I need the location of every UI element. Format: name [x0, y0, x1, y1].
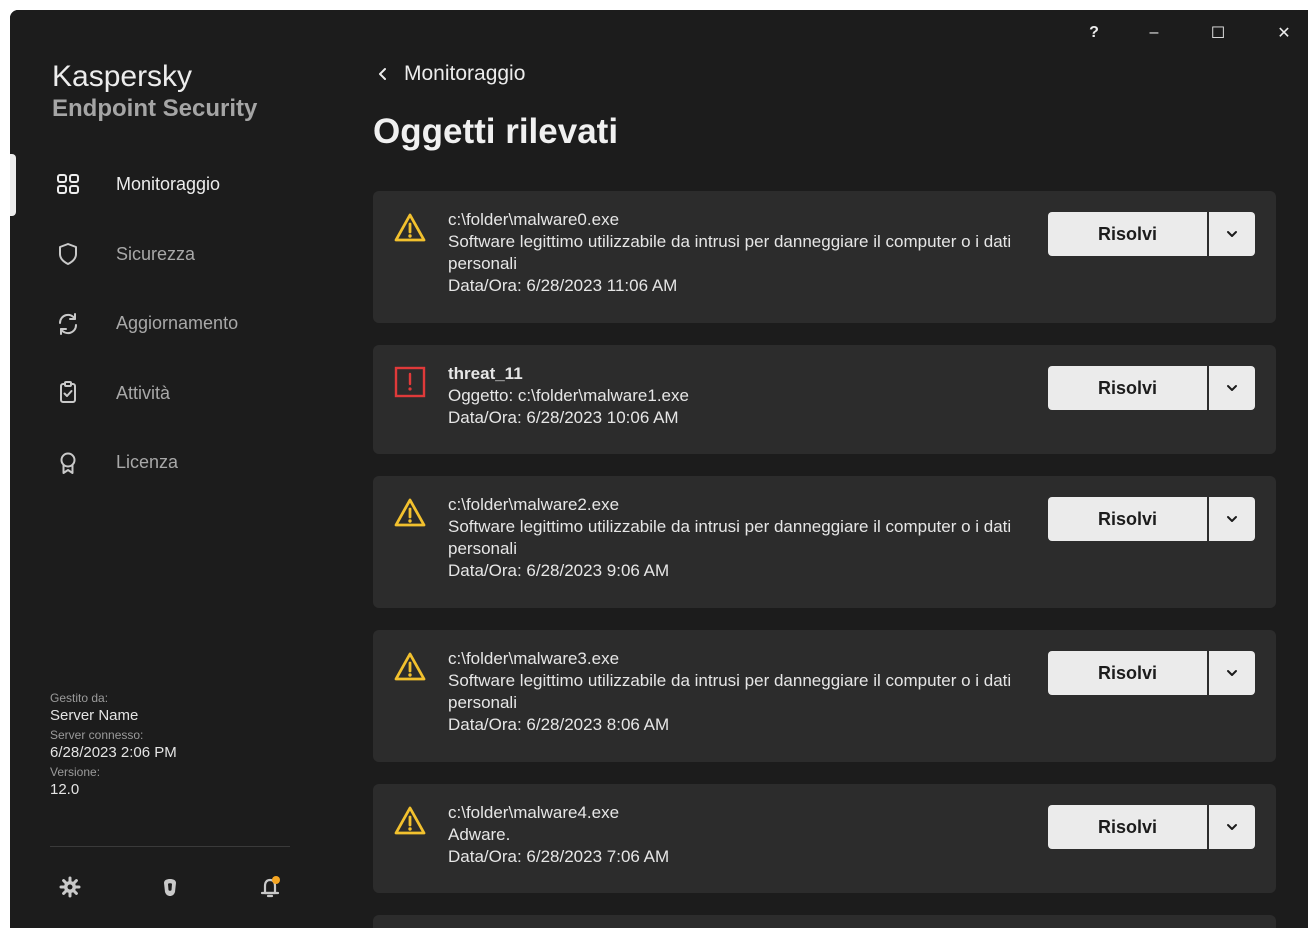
sidebar-divider [50, 846, 290, 847]
detection-datetime: Data/Ora: 6/28/2023 10:06 AM [448, 408, 679, 427]
detection-card: c:\folder\malware2.exe Software legittim… [373, 476, 1276, 608]
resolve-button[interactable]: Risolvi [1048, 651, 1207, 695]
dashboard-icon [57, 173, 79, 194]
page-title: Oggetti rilevati [373, 112, 619, 151]
detection-description: Software legittimo utilizzabile da intru… [448, 517, 1012, 558]
resolve-button[interactable]: Risolvi [1048, 366, 1207, 410]
detection-details: c:\folder\malware0.exe Software legittim… [448, 209, 1043, 297]
sidebar-item-label: Attività [116, 382, 171, 403]
notifications-button[interactable] [250, 870, 290, 904]
detection-actions: Risolvi [1048, 805, 1255, 849]
brand-product: Endpoint Security [52, 95, 258, 122]
detection-description: Oggetto: c:\folder\malware1.exe [448, 386, 689, 405]
gear-icon [59, 876, 81, 898]
chevron-down-icon [1227, 670, 1237, 676]
detection-actions: Risolvi [1048, 366, 1255, 410]
detection-description: Software legittimo utilizzabile da intru… [448, 671, 1012, 712]
detection-description: Software legittimo utilizzabile da intru… [448, 232, 1012, 273]
warning-icon [394, 652, 426, 681]
brand-name: Kaspersky [52, 60, 193, 93]
resolve-options-button[interactable] [1209, 651, 1255, 695]
refresh-icon [58, 312, 78, 335]
detection-datetime: Data/Ora: 6/28/2023 7:06 AM [448, 847, 670, 866]
detection-title: c:\folder\malware0.exe [448, 210, 620, 229]
sidebar-item-sicurezza[interactable]: Sicurezza [10, 220, 300, 290]
resolve-button[interactable]: Risolvi [1048, 212, 1207, 256]
warning-icon [394, 498, 426, 527]
back-link[interactable]: Monitoraggio [374, 62, 525, 86]
license-ribbon-icon [60, 452, 76, 474]
support-button[interactable] [150, 870, 190, 904]
detection-card: c:\folder\malware0.exe Software legittim… [373, 191, 1276, 323]
detection-title: c:\folder\malware3.exe [448, 649, 620, 668]
sidebar-item-monitoraggio[interactable]: Monitoraggio [10, 150, 300, 220]
settings-button[interactable] [50, 870, 90, 904]
detection-actions: Risolvi [1048, 212, 1255, 256]
app-window: Kaspersky Endpoint Security Monitoraggio… [10, 10, 1308, 928]
server-connected-label: Server connesso: [50, 728, 144, 742]
shield-icon [59, 243, 77, 266]
detection-details: c:\folder\malware4.exe Adware. Data/Ora:… [448, 802, 1043, 868]
management-info: Gestito da: Server Name Server connesso:… [50, 690, 177, 801]
detection-details: threat_11 Oggetto: c:\folder\malware1.ex… [448, 363, 1043, 429]
detection-title: c:\folder\malware2.exe [448, 495, 620, 514]
detection-actions: Risolvi [1048, 651, 1255, 695]
detection-title: threat_11 [448, 364, 523, 383]
back-link-label: Monitoraggio [404, 62, 526, 85]
chevron-down-icon [1227, 231, 1237, 237]
chevron-down-icon [1227, 385, 1237, 391]
sidebar-item-label: Aggiornamento [116, 313, 239, 334]
sidebar-item-label: Licenza [116, 452, 179, 473]
resolve-options-button[interactable] [1209, 805, 1255, 849]
notification-bell-icon [260, 876, 280, 898]
detections-list: c:\folder\malware0.exe Software legittim… [373, 191, 1276, 928]
sidebar-item-attivita[interactable]: Attività [10, 359, 300, 429]
critical-alert-icon [394, 366, 426, 398]
sidebar-footer [50, 870, 290, 910]
sidebar-item-licenza[interactable]: Licenza [10, 428, 300, 498]
detection-actions: Risolvi [1048, 497, 1255, 541]
sidebar-item-label: Monitoraggio [116, 174, 221, 195]
detection-card: c:\folder\malware4.exe Adware. Data/Ora:… [373, 784, 1276, 893]
managed-by-value: Server Name [50, 707, 139, 724]
detection-title: c:\folder\malware4.exe [448, 803, 620, 822]
detection-details: c:\folder\malware2.exe Software legittim… [448, 494, 1043, 582]
warning-icon [394, 806, 426, 835]
version-label: Versione: [50, 765, 101, 779]
version-value: 12.0 [50, 781, 80, 798]
managed-by-label: Gestito da: [50, 691, 109, 705]
detection-datetime: Data/Ora: 6/28/2023 9:06 AM [448, 561, 670, 580]
detection-details: c:\folder\malware3.exe Software legittim… [448, 648, 1043, 736]
resolve-options-button[interactable] [1209, 497, 1255, 541]
server-connected-value: 6/28/2023 2:06 PM [50, 744, 177, 761]
detection-card [373, 915, 1276, 928]
detection-card: c:\folder\malware3.exe Software legittim… [373, 630, 1276, 762]
resolve-options-button[interactable] [1209, 366, 1255, 410]
detection-datetime: Data/Ora: 6/28/2023 11:06 AM [448, 276, 678, 295]
kaspersky-logo-icon [164, 879, 176, 896]
resolve-button[interactable]: Risolvi [1048, 805, 1207, 849]
brand: Kaspersky Endpoint Security [52, 60, 257, 124]
detection-description: Adware. [448, 825, 511, 844]
sidebar-item-aggiornamento[interactable]: Aggiornamento [10, 289, 300, 359]
clipboard-check-icon [60, 381, 76, 404]
resolve-options-button[interactable] [1209, 212, 1255, 256]
sidebar: Kaspersky Endpoint Security Monitoraggio… [10, 10, 300, 928]
sidebar-item-label: Sicurezza [116, 243, 196, 264]
active-indicator [10, 154, 16, 216]
chevron-left-icon [379, 68, 386, 80]
chevron-down-icon [1227, 824, 1237, 830]
sidebar-nav: Monitoraggio Sicurezza Aggiornamento Att… [10, 150, 300, 498]
main-content: Monitoraggio Oggetti rilevati c:\folder\… [300, 10, 1308, 928]
chevron-down-icon [1227, 516, 1237, 522]
resolve-button[interactable]: Risolvi [1048, 497, 1207, 541]
detection-datetime: Data/Ora: 6/28/2023 8:06 AM [448, 715, 670, 734]
warning-icon [394, 213, 426, 242]
detection-card: threat_11 Oggetto: c:\folder\malware1.ex… [373, 345, 1276, 454]
